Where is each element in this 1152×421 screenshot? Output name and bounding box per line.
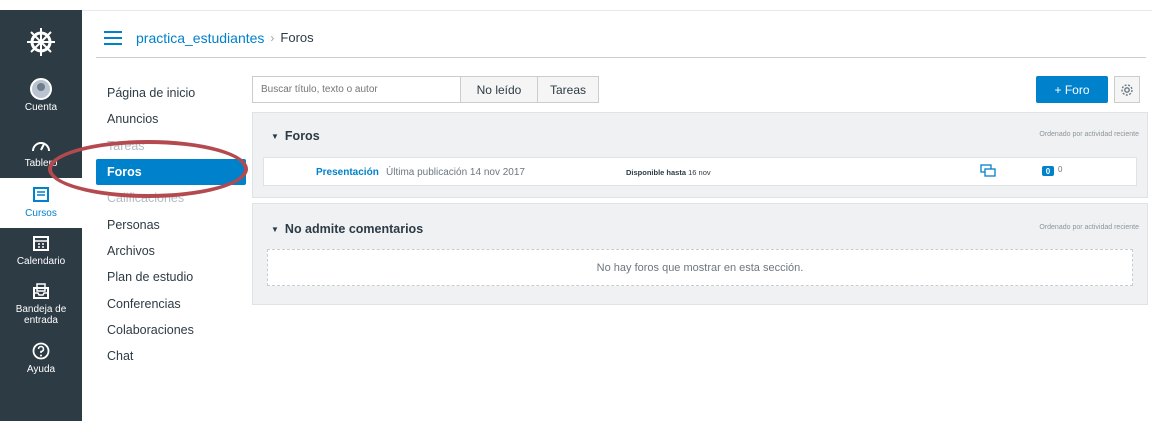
global-nav-inbox[interactable]: Bandeja de entrada (0, 280, 82, 326)
search-input[interactable] (252, 76, 460, 103)
global-nav-dashboard[interactable]: Tablero (0, 134, 82, 169)
global-nav-calendar[interactable]: Calendario (0, 232, 82, 267)
course-nav-home[interactable]: Página de inicio (96, 80, 246, 106)
hamburger-menu-icon[interactable] (104, 30, 122, 45)
global-nav-label: Cursos (25, 208, 57, 219)
section-title[interactable]: ▼ Foros (271, 129, 320, 143)
table-row[interactable]: Presentación Última publicación 14 nov 2… (263, 157, 1137, 186)
global-nav-label: Calendario (16, 256, 66, 267)
breadcrumb-separator: › (270, 30, 275, 45)
discussions-section: ▼ Foros Ordenado por actividad reciente P… (252, 112, 1148, 198)
sort-label: Ordenado por actividad reciente (1039, 224, 1139, 231)
course-nav-files[interactable]: Archivos (96, 238, 246, 264)
dashboard-icon (30, 134, 52, 156)
global-nav-label: Cuenta (24, 102, 58, 113)
avatar (30, 78, 52, 100)
courses-icon (30, 184, 52, 206)
course-nav-collaborations[interactable]: Colaboraciones (96, 317, 246, 343)
topic-availability: Disponible hasta 16 nov (626, 168, 711, 177)
global-nav-courses[interactable]: Cursos (0, 178, 82, 228)
course-nav-conferences[interactable]: Conferencias (96, 290, 246, 316)
settings-button[interactable] (1114, 76, 1140, 103)
reply-count: 0 (1058, 165, 1063, 174)
course-nav-discussions[interactable]: Foros (96, 158, 246, 186)
course-nav-people[interactable]: Personas (96, 211, 246, 237)
unread-filter-button[interactable]: No leído (460, 76, 538, 103)
sort-label: Ordenado por actividad reciente (1039, 131, 1139, 138)
global-nav-account[interactable]: Cuenta (0, 78, 82, 113)
breadcrumb-current: Foros (280, 30, 314, 45)
course-nav-grades[interactable]: Calificaciones (96, 185, 246, 211)
gear-icon (1121, 83, 1133, 96)
breadcrumb: practica_estudiantes › Foros (96, 18, 1146, 58)
add-discussion-button[interactable]: + Foro (1036, 76, 1108, 103)
course-nav: Página de inicio Anuncios Tareas Foros C… (96, 80, 246, 369)
course-nav-assignments[interactable]: Tareas (96, 133, 246, 159)
course-nav-chat[interactable]: Chat (96, 343, 246, 369)
availability-label: Disponible hasta (626, 168, 687, 177)
collapse-triangle-icon: ▼ (271, 132, 279, 141)
collapse-triangle-icon: ▼ (271, 225, 279, 234)
replies-icon[interactable] (980, 164, 996, 178)
topic-title-link[interactable]: Presentación (316, 167, 379, 178)
availability-date: 16 nov (688, 168, 711, 177)
calendar-icon (30, 232, 52, 254)
global-nav-label: Tablero (24, 158, 58, 169)
empty-section-message: No hay foros que mostrar en esta sección… (267, 249, 1133, 286)
course-nav-announcements[interactable]: Anuncios (96, 106, 246, 132)
assignments-filter-button[interactable]: Tareas (537, 76, 599, 103)
breadcrumb-course-link[interactable]: practica_estudiantes (136, 30, 264, 46)
top-divider (82, 10, 1152, 11)
inbox-icon (30, 280, 52, 302)
topic-last-post: Última publicación 14 nov 2017 (386, 167, 525, 178)
course-nav-syllabus[interactable]: Plan de estudio (96, 264, 246, 290)
canvas-logo-icon[interactable] (0, 10, 82, 74)
global-nav-help[interactable]: Ayuda (0, 340, 82, 375)
global-nav-label: Ayuda (26, 364, 56, 375)
closed-discussions-section: ▼ No admite comentarios Ordenado por acti… (252, 203, 1148, 305)
unread-count-badge: 0 (1042, 166, 1054, 176)
global-nav-label: Bandeja de entrada (15, 304, 67, 326)
help-icon (30, 340, 52, 362)
global-nav: Cuenta Tablero Cursos Calendario Bandeja… (0, 10, 82, 421)
section-title[interactable]: ▼ No admite comentarios (271, 222, 423, 236)
